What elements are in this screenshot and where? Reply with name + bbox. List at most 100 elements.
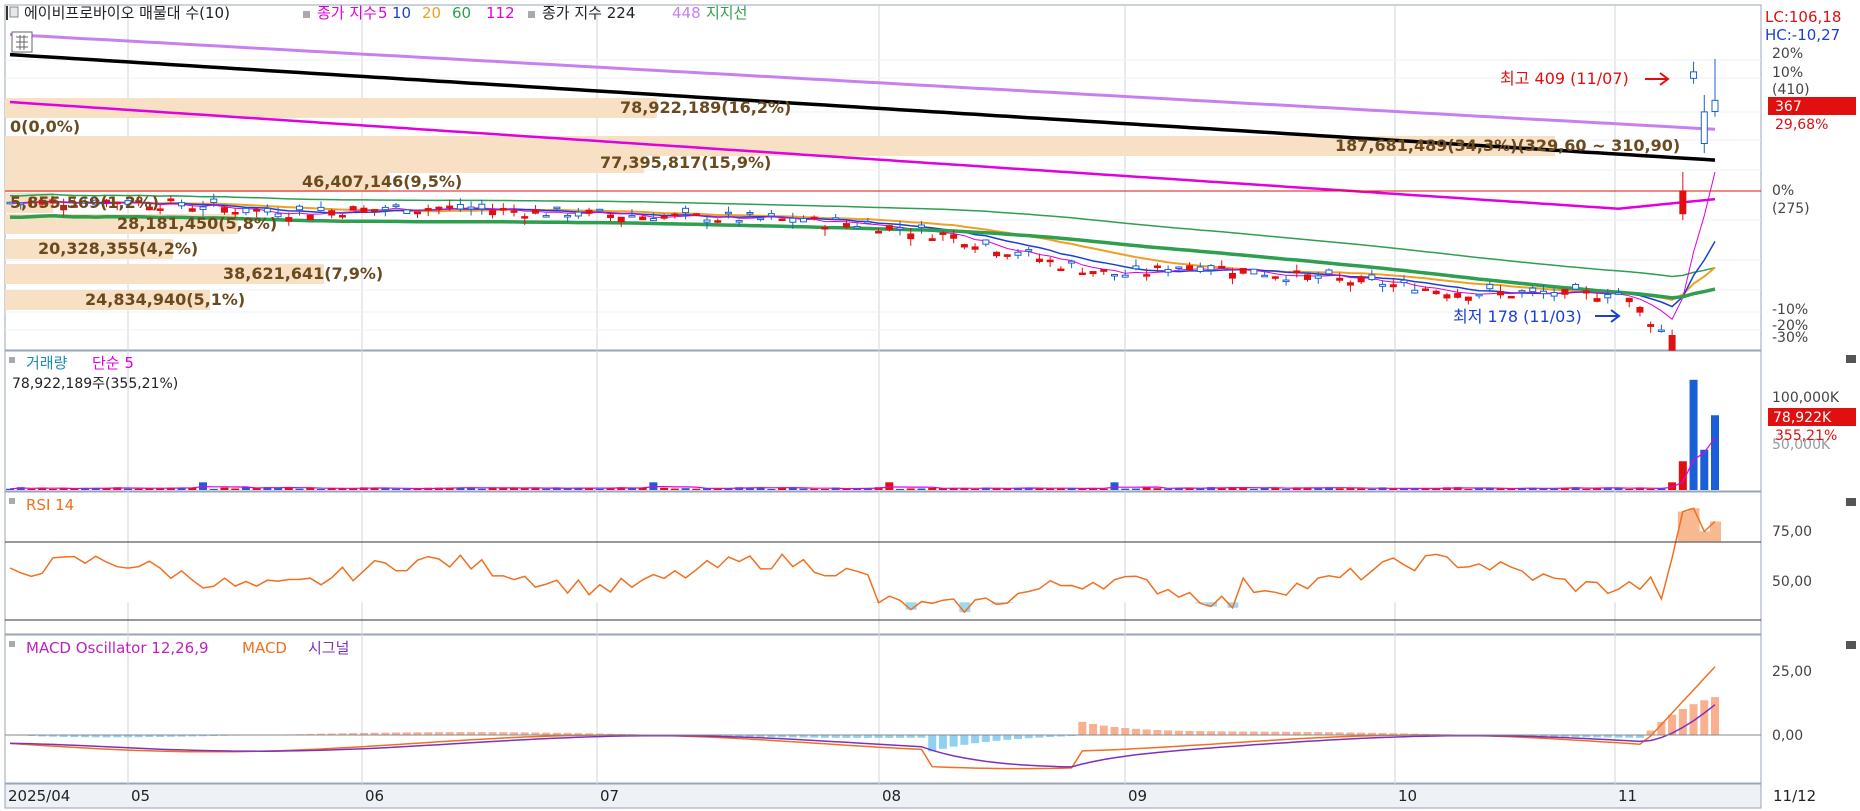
candle-body — [1068, 260, 1076, 264]
candle-body — [1368, 274, 1376, 281]
price-axis-label: -30% — [1772, 330, 1808, 346]
candle-body — [1078, 272, 1086, 276]
macd-title: MACD Oscillator 12,26,9 — [26, 639, 209, 657]
macd-oscillator-bar — [1142, 729, 1151, 735]
candle-body — [392, 204, 400, 207]
candle-body — [574, 211, 582, 217]
candle-body — [1207, 265, 1215, 271]
rsi-panel[interactable] — [4, 491, 1762, 635]
candle-body — [531, 209, 539, 214]
candle-body — [199, 206, 207, 210]
x-axis-label: 09 — [1128, 787, 1147, 805]
candle-body — [1003, 254, 1011, 257]
macd-oscillator-bar — [1003, 735, 1012, 740]
price-axis-label: (410) — [1772, 82, 1810, 98]
candle-body — [1218, 265, 1226, 269]
rsi-overbought-fill — [1688, 508, 1700, 542]
macd-oscillator-bar — [1121, 727, 1130, 735]
candle-body — [1035, 258, 1043, 262]
candle-body — [832, 217, 840, 220]
legend-menu-icon[interactable] — [9, 6, 19, 18]
candle-body — [1464, 296, 1472, 301]
candle-body — [714, 220, 722, 223]
candle-body — [242, 207, 250, 214]
macd-oscillator-bar — [1078, 721, 1087, 735]
volume-bar — [1711, 415, 1719, 490]
candle-body — [1679, 190, 1687, 215]
candle-body — [875, 231, 883, 234]
candle-body — [821, 227, 829, 230]
rsi-level-75: 75,00 — [1772, 524, 1812, 540]
candle-body — [1186, 265, 1194, 271]
volume-bar — [231, 488, 240, 490]
macd-oscillator-bar — [1131, 728, 1140, 735]
candle-body — [1572, 284, 1580, 290]
candle-body — [1454, 293, 1462, 298]
panel-close-icon[interactable] — [1846, 641, 1856, 649]
candle-body — [403, 209, 411, 214]
candle-body — [896, 227, 904, 230]
macd-oscillator-bar — [1185, 730, 1194, 735]
x-axis-label: 07 — [600, 787, 619, 805]
candle-body — [371, 209, 379, 212]
volume-bar — [402, 488, 411, 490]
volume-bar — [123, 488, 132, 490]
candle-body — [746, 212, 754, 215]
candle-body — [210, 198, 218, 203]
volume-bar — [595, 488, 604, 490]
volume-profile-label: 5,855,569(1,2%) — [10, 193, 159, 212]
volume-bar — [1282, 488, 1291, 490]
candle-body — [735, 220, 743, 223]
candle-body — [960, 244, 968, 248]
ma-label: 종가 지수 — [317, 4, 377, 22]
macd-oscillator-bar — [1207, 731, 1216, 735]
macd-oscillator-bar — [981, 735, 990, 742]
candle-body — [263, 207, 271, 213]
candle-body — [778, 218, 786, 222]
candle-body — [842, 223, 850, 228]
volume-bar — [295, 488, 304, 490]
panel-close-icon[interactable] — [1846, 355, 1856, 363]
volume-bar — [681, 488, 690, 490]
macd-panel[interactable] — [4, 634, 1762, 784]
candle-body — [413, 211, 421, 215]
stock-chart[interactable]: 78,922,189(16,2%) 187,681,489(34,3%)(329,… — [0, 0, 1860, 811]
volume-profile-label: 46,407,146(9,5%) — [302, 172, 462, 191]
macd-oscillator-bar — [1239, 731, 1248, 735]
candle-body — [767, 213, 775, 217]
candle-body — [1175, 266, 1183, 269]
candle-body — [285, 217, 293, 222]
candle-body — [1550, 292, 1558, 297]
candle-body — [1271, 276, 1279, 279]
candle-body — [1304, 274, 1312, 280]
macd-oscillator-bar — [938, 735, 947, 749]
candle-body — [1164, 268, 1172, 273]
candle-body — [296, 205, 304, 211]
volume-bar — [1625, 488, 1634, 490]
candle-body — [1539, 290, 1547, 295]
panel-close-icon[interactable] — [1846, 498, 1856, 506]
candle-body — [1282, 279, 1290, 283]
macd-oscillator-bar — [1249, 731, 1258, 735]
volume-bar — [1249, 488, 1258, 490]
candle-body — [950, 234, 958, 239]
legend-marker-icon — [9, 357, 15, 363]
volume-panel[interactable] — [4, 350, 1762, 492]
volume-bar — [810, 488, 819, 490]
volume-bar — [1689, 379, 1698, 490]
price-axis-label: (275) — [1772, 201, 1810, 217]
candle-body — [306, 214, 314, 221]
volume-bar — [1335, 488, 1344, 490]
x-axis-label: 10 — [1398, 787, 1417, 805]
candle-body — [800, 217, 808, 223]
candle-body — [467, 206, 475, 210]
candle-body — [1657, 329, 1665, 332]
x-axis-label: 06 — [365, 787, 384, 805]
volume-bar — [316, 488, 325, 490]
candle-body — [1314, 275, 1322, 279]
macd-oscillator-bar — [1153, 729, 1162, 735]
candle-body — [585, 209, 593, 214]
volume-bar — [906, 488, 915, 490]
x-axis-label: 11 — [1618, 787, 1637, 805]
candle-body — [864, 221, 872, 224]
